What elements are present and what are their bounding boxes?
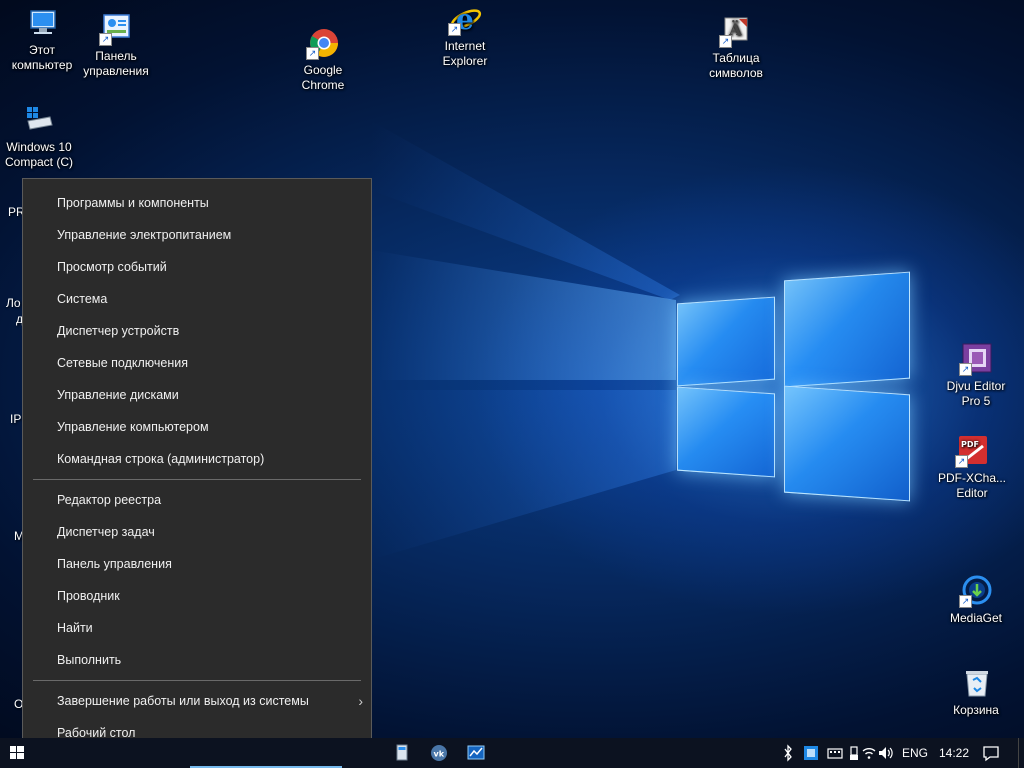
- menu-item-network-connections[interactable]: Сетевые подключения: [23, 347, 371, 379]
- tray-app-icon[interactable]: [802, 738, 820, 768]
- winx-context-menu: Программы и компоненты Управление электр…: [22, 178, 372, 756]
- menu-item-search[interactable]: Найти: [23, 612, 371, 644]
- menu-item-programs-features[interactable]: Программы и компоненты: [23, 187, 371, 219]
- show-desktop-button[interactable]: [1018, 738, 1024, 768]
- menu-item-computer-management[interactable]: Управление компьютером: [23, 411, 371, 443]
- taskbar-item-vk[interactable]: vk: [427, 738, 451, 768]
- shortcut-arrow-icon: ↗: [959, 363, 972, 376]
- desktop-icon-internet-explorer[interactable]: e ↗ Internet Explorer: [425, 2, 505, 69]
- desktop-icon-label: Windows 10 Compact (C): [4, 140, 73, 169]
- chevron-right-icon: ›: [358, 693, 363, 709]
- menu-item-power-options[interactable]: Управление электропитанием: [23, 219, 371, 251]
- computer-icon: [25, 6, 59, 40]
- menu-item-label: Завершение работы или выход из системы: [57, 694, 309, 708]
- menu-item-file-explorer[interactable]: Проводник: [23, 580, 371, 612]
- internet-explorer-icon: e ↗: [448, 2, 482, 36]
- desktop-icon-label: MediaGet: [949, 611, 1003, 625]
- tray-keyboard-icon[interactable]: [826, 738, 844, 768]
- desktop-icon-pdf-xchange[interactable]: PDF ↗ PDF-XCha... Editor: [932, 434, 1012, 501]
- menu-item-device-manager[interactable]: Диспетчер устройств: [23, 315, 371, 347]
- shortcut-arrow-icon: ↗: [99, 33, 112, 46]
- control-panel-icon: ↗: [99, 12, 133, 46]
- partial-icon-label: IP: [10, 412, 22, 426]
- character-map-icon: Ä ↗: [719, 14, 753, 48]
- chrome-icon: ↗: [306, 26, 340, 60]
- svg-text:vk: vk: [434, 750, 445, 759]
- volume-icon[interactable]: [876, 738, 894, 768]
- desktop: Этот компьютер ↗ Панель управления ↗ Goo…: [0, 0, 1024, 768]
- menu-item-registry-editor[interactable]: Редактор реестра: [23, 484, 371, 516]
- desktop-icon-label: Djvu Editor Pro 5: [946, 379, 1006, 408]
- shortcut-arrow-icon: ↗: [448, 23, 461, 36]
- pdf-xchange-icon: PDF ↗: [955, 434, 989, 468]
- desktop-icon-charmap[interactable]: Ä ↗ Таблица символов: [696, 14, 776, 81]
- menu-item-shutdown-signout[interactable]: Завершение работы или выход из системы ›: [23, 685, 371, 717]
- shortcut-arrow-icon: ↗: [955, 455, 968, 468]
- taskbar-item-calculator[interactable]: [390, 738, 414, 768]
- taskbar-item-active[interactable]: [190, 738, 342, 768]
- logo-pane-bl: [677, 386, 775, 478]
- desktop-icon-label: PDF-XCha... Editor: [937, 471, 1006, 500]
- desktop-icon-label: Таблица символов: [709, 51, 763, 80]
- calculator-icon: [396, 744, 408, 761]
- menu-item-command-prompt-admin[interactable]: Командная строка (администратор): [23, 443, 371, 475]
- action-center-icon[interactable]: [980, 738, 1002, 768]
- shortcut-arrow-icon: ↗: [306, 47, 319, 60]
- menu-item-run[interactable]: Выполнить: [23, 644, 371, 676]
- menu-item-system[interactable]: Система: [23, 283, 371, 315]
- menu-group-tools: Редактор реестра Диспетчер задач Панель …: [23, 484, 371, 676]
- menu-divider: [33, 479, 361, 480]
- menu-item-event-viewer[interactable]: Просмотр событий: [23, 251, 371, 283]
- taskbar-item-app[interactable]: [464, 738, 488, 768]
- desktop-icon-recycle-bin[interactable]: Корзина: [936, 666, 1016, 718]
- menu-item-task-manager[interactable]: Диспетчер задач: [23, 516, 371, 548]
- bluetooth-icon[interactable]: [780, 738, 796, 768]
- monitor-chart-icon: [467, 745, 485, 760]
- desktop-icon-drive-c[interactable]: Windows 10 Compact (C): [0, 103, 79, 170]
- logo-pane-tr: [784, 271, 910, 388]
- drive-icon: [22, 103, 56, 137]
- desktop-icon-label: Internet Explorer: [442, 39, 488, 68]
- desktop-icon-label: Google Chrome: [301, 63, 345, 92]
- desktop-icon-djvu-editor[interactable]: ↗ Djvu Editor Pro 5: [936, 342, 1016, 409]
- vk-icon: vk: [431, 745, 447, 761]
- desktop-icon-this-pc[interactable]: Этот компьютер: [2, 6, 82, 73]
- desktop-icon-label: Панель управления: [83, 49, 149, 78]
- recycle-bin-icon: [959, 666, 993, 700]
- shortcut-arrow-icon: ↗: [959, 595, 972, 608]
- desktop-icon-control-panel[interactable]: ↗ Панель управления: [76, 12, 156, 79]
- logo-pane-tl: [677, 296, 775, 387]
- desktop-icon-label: Корзина: [953, 703, 999, 717]
- windows-logo-icon: [10, 746, 24, 759]
- language-indicator[interactable]: ENG: [902, 738, 928, 768]
- logo-pane-br: [784, 385, 910, 502]
- svg-text:PDF: PDF: [961, 440, 979, 449]
- start-button[interactable]: [0, 738, 34, 768]
- shortcut-arrow-icon: ↗: [719, 35, 732, 48]
- clock[interactable]: 14:22: [939, 738, 969, 768]
- menu-item-control-panel[interactable]: Панель управления: [23, 548, 371, 580]
- desktop-icon-chrome[interactable]: ↗ Google Chrome: [283, 26, 363, 93]
- desktop-icon-mediaget[interactable]: ↗ MediaGet: [936, 574, 1016, 626]
- mediaget-icon: ↗: [959, 574, 993, 608]
- menu-item-disk-management[interactable]: Управление дисками: [23, 379, 371, 411]
- djvu-editor-icon: ↗: [959, 342, 993, 376]
- taskbar: vk ENG 14:22: [0, 738, 1024, 768]
- tray-usb-icon[interactable]: [848, 738, 860, 768]
- partial-icon-label: Ло: [6, 296, 21, 310]
- menu-group-admin-tools: Программы и компоненты Управление электр…: [23, 187, 371, 475]
- desktop-icon-label: Этот компьютер: [11, 43, 73, 72]
- menu-divider: [33, 680, 361, 681]
